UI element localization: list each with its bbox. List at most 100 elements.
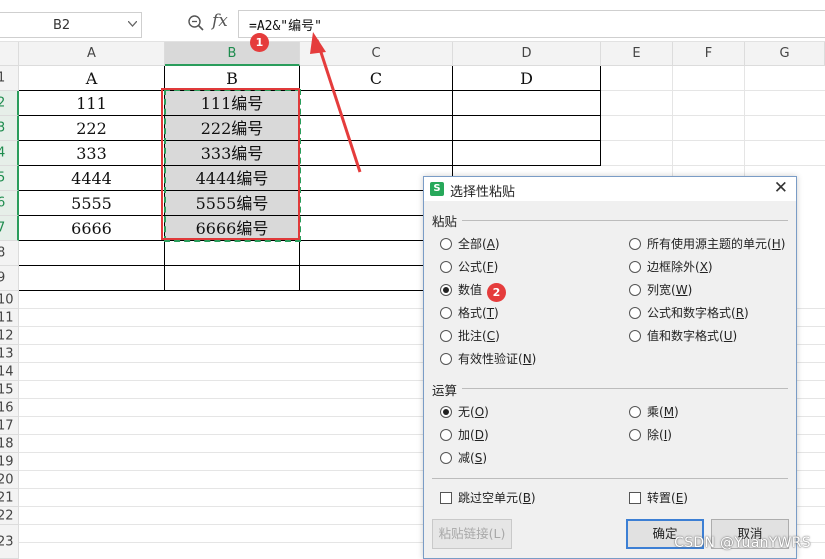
radio-icon	[440, 238, 452, 250]
zoom-search-icon[interactable]	[187, 14, 205, 32]
radio-icon	[629, 330, 641, 342]
operation-section-label: 运算	[432, 383, 458, 398]
radio-paste-values-numfmt[interactable]: 值和数字格式(U)	[629, 328, 737, 344]
radio-paste-all[interactable]: 全部(A)	[440, 236, 500, 252]
cell-d4[interactable]	[453, 141, 601, 166]
row-header[interactable]: 4	[0, 141, 19, 166]
name-box-value: B2	[53, 18, 71, 33]
checkbox-icon	[629, 492, 641, 504]
row-header[interactable]: 18	[0, 435, 19, 453]
radio-paste-no-borders[interactable]: 边框除外(X)	[629, 259, 713, 275]
cell-b8[interactable]	[165, 241, 300, 266]
dialog-title: 选择性粘贴	[450, 185, 516, 200]
step-badge-1: 1	[250, 33, 269, 52]
radio-op-multiply[interactable]: 乘(M)	[629, 404, 679, 420]
radio-icon	[629, 284, 641, 296]
radio-icon	[440, 307, 452, 319]
row-header[interactable]: 16	[0, 399, 19, 417]
cell-a5[interactable]: 4444	[19, 166, 165, 191]
cell-a1[interactable]: A	[19, 66, 165, 91]
cell-d1[interactable]: D	[453, 66, 601, 91]
annotation-arrow	[310, 32, 362, 173]
row-header[interactable]: 6	[0, 191, 19, 216]
radio-paste-validation[interactable]: 有效性验证(N)	[440, 351, 536, 367]
row-header[interactable]: 12	[0, 327, 19, 345]
row-header[interactable]: 17	[0, 417, 19, 435]
row-header[interactable]: 8	[0, 241, 19, 266]
fx-icon[interactable]: fx	[212, 11, 228, 31]
row-header[interactable]: 14	[0, 363, 19, 381]
radio-icon	[440, 429, 452, 441]
radio-icon	[440, 261, 452, 273]
formula-bar: B2 fx =A2&"编号"	[0, 0, 825, 42]
row-header[interactable]: 10	[0, 291, 19, 309]
row-header[interactable]: 22	[0, 507, 19, 525]
radio-selected-icon	[440, 406, 452, 418]
row-header[interactable]: 15	[0, 381, 19, 399]
wps-logo-icon: S	[430, 182, 444, 196]
row-header[interactable]: 21	[0, 489, 19, 507]
row-header[interactable]: 7	[0, 216, 19, 241]
radio-icon	[629, 238, 641, 250]
radio-icon	[440, 330, 452, 342]
radio-op-add[interactable]: 加(D)	[440, 427, 489, 443]
cell-a2[interactable]: 111	[19, 91, 165, 116]
radio-paste-formula[interactable]: 公式(F)	[440, 259, 498, 275]
cell-a9[interactable]	[19, 266, 165, 291]
cell-a7[interactable]: 6666	[19, 216, 165, 241]
row-header[interactable]: 19	[0, 453, 19, 471]
column-header-d[interactable]: D	[453, 42, 601, 66]
radio-op-subtract[interactable]: 减(S)	[440, 450, 487, 466]
row-header[interactable]: 5	[0, 166, 19, 191]
radio-paste-formats[interactable]: 格式(T)	[440, 305, 499, 321]
row-header[interactable]: 1	[0, 66, 19, 91]
row-header[interactable]: 3	[0, 116, 19, 141]
cell-b9[interactable]	[165, 266, 300, 291]
radio-paste-formula-numfmt[interactable]: 公式和数字格式(R)	[629, 305, 749, 321]
cell-a4[interactable]: 333	[19, 141, 165, 166]
row-header[interactable]: 2	[0, 91, 19, 116]
row-header[interactable]: 23	[0, 525, 19, 559]
cell-a6[interactable]: 5555	[19, 191, 165, 216]
paste-special-dialog: S 选择性粘贴 ✕ 粘贴 全部(A) 公式(F) 数值 2 格式(T) 批注(C…	[423, 176, 797, 559]
highlight-box	[161, 88, 300, 240]
checkbox-icon	[440, 492, 452, 504]
column-header-g[interactable]: G	[745, 42, 825, 66]
cell-a8[interactable]	[19, 241, 165, 266]
radio-icon	[629, 429, 641, 441]
paste-link-button[interactable]: 粘贴链接(L)	[432, 519, 512, 549]
dialog-titlebar: S 选择性粘贴 ✕	[424, 177, 796, 201]
row-header[interactable]: 11	[0, 309, 19, 327]
radio-paste-source-theme[interactable]: 所有使用源主题的单元(H)	[629, 236, 785, 252]
chevron-down-icon[interactable]	[128, 21, 137, 27]
column-header-f[interactable]: F	[673, 42, 745, 66]
row-header[interactable]: 9	[0, 266, 19, 291]
cell-a3[interactable]: 222	[19, 116, 165, 141]
radio-icon	[440, 353, 452, 365]
column-header-a[interactable]: A	[19, 42, 165, 66]
cell-d3[interactable]	[453, 116, 601, 141]
cell-d2[interactable]	[453, 91, 601, 116]
checkbox-skip-blanks[interactable]: 跳过空单元(B)	[440, 490, 536, 506]
radio-op-none[interactable]: 无(O)	[440, 404, 489, 420]
radio-paste-comments[interactable]: 批注(C)	[440, 328, 500, 344]
radio-icon	[629, 307, 641, 319]
close-icon[interactable]: ✕	[774, 178, 788, 198]
watermark: CSDN @YuanYWRS	[674, 535, 811, 551]
paste-section-label: 粘贴	[432, 214, 458, 229]
radio-icon	[629, 406, 641, 418]
radio-icon	[440, 452, 452, 464]
name-box[interactable]: B2	[0, 12, 142, 38]
radio-paste-values[interactable]: 数值	[440, 282, 482, 298]
select-all-corner[interactable]	[0, 42, 19, 66]
radio-icon	[629, 261, 641, 273]
row-header[interactable]: 20	[0, 471, 19, 489]
radio-selected-icon	[440, 284, 452, 296]
step-badge-2: 2	[487, 283, 506, 302]
column-header-b[interactable]: B	[165, 42, 300, 66]
row-header[interactable]: 13	[0, 345, 19, 363]
column-header-e[interactable]: E	[601, 42, 673, 66]
radio-op-divide[interactable]: 除(I)	[629, 427, 672, 443]
radio-paste-col-width[interactable]: 列宽(W)	[629, 282, 692, 298]
checkbox-transpose[interactable]: 转置(E)	[629, 490, 688, 506]
